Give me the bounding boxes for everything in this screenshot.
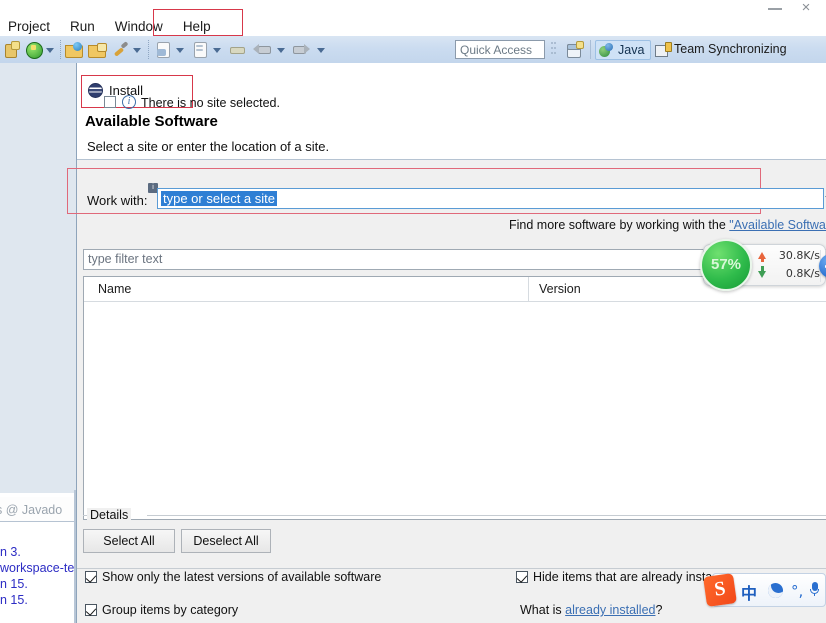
perspective-tab-team-label: Team Synchronizing <box>674 42 787 56</box>
details-label: Details <box>87 508 132 522</box>
software-table: Name Version <box>83 276 826 520</box>
background-console-line-3: n 15. <box>0 577 28 591</box>
eclipse-icon <box>88 83 103 98</box>
close-icon[interactable]: × <box>798 0 814 16</box>
download-arrow-icon <box>758 271 766 278</box>
menu-item-run[interactable]: Run <box>70 19 95 34</box>
background-tab-label: s @ Javado <box>0 503 63 517</box>
quick-fix-icon[interactable] <box>112 41 129 58</box>
back-icon[interactable] <box>253 41 271 58</box>
quick-fix-dropdown-icon[interactable] <box>133 48 141 53</box>
download-arrow-stem <box>760 266 764 271</box>
open-folder-icon[interactable] <box>65 41 83 58</box>
perspective-tab-java[interactable]: Java <box>595 40 652 60</box>
ime-toolbar[interactable]: S 中 °, <box>703 573 826 607</box>
help-highlight-box <box>153 9 243 36</box>
ime-mode-toggle[interactable]: 中 <box>741 580 757 604</box>
java-perspective-icon <box>599 43 614 58</box>
toolbar-separator <box>60 40 62 59</box>
microphone-icon[interactable] <box>810 582 819 596</box>
background-console-line-1: n 3. <box>0 545 21 559</box>
page-title: Available Software <box>85 113 218 130</box>
checkbox-hide-installed[interactable] <box>516 571 528 583</box>
back-dropdown-icon[interactable] <box>277 48 285 53</box>
table-row[interactable]: There is no site selected. <box>141 96 280 110</box>
sogou-logo-icon[interactable]: S <box>703 573 737 607</box>
deselect-all-button[interactable]: Deselect All <box>181 529 271 553</box>
available-software-link[interactable]: "Available Software <box>729 218 826 232</box>
screen-root: 开发 开 Project Run Window Help × <box>0 0 826 623</box>
toolbar-grip[interactable] <box>551 40 556 59</box>
what-is-suffix: ? <box>655 603 663 617</box>
search-icon[interactable] <box>155 41 172 58</box>
minimize-icon[interactable] <box>768 2 784 12</box>
forward-icon[interactable] <box>293 41 310 58</box>
menu-bar: Project Run Window Help × <box>0 0 826 36</box>
column-divider[interactable] <box>528 277 529 301</box>
quick-access-input[interactable]: Quick Access <box>455 40 545 59</box>
column-header-version[interactable]: Version <box>539 282 581 296</box>
row-checkbox[interactable] <box>104 96 116 108</box>
checkbox-show-latest-versions-label: Show only the latest versions of availab… <box>102 570 382 584</box>
debug-dropdown-icon[interactable] <box>46 48 54 53</box>
new-wizard-icon[interactable] <box>2 41 20 58</box>
find-more-software-text: Find more software by working with the "… <box>77 218 826 238</box>
perspective-tab-java-label: Java <box>618 43 645 57</box>
debug-icon[interactable] <box>25 41 43 59</box>
work-with-value[interactable]: type or select a site <box>161 191 277 206</box>
checkbox-hide-installed-label: Hide items that are already insta <box>533 570 713 584</box>
punctuation-icon[interactable]: °, <box>791 582 803 600</box>
background-left-panel <box>0 63 76 493</box>
toolbar-separator-2 <box>148 40 150 59</box>
open-folder-alt-icon[interactable] <box>88 41 107 58</box>
dialog-bottom-separator <box>77 568 826 569</box>
background-console: n 3. workspace-te n 15. n 15. <box>0 523 76 623</box>
moon-icon[interactable] <box>765 580 786 601</box>
checkbox-group-by-category[interactable] <box>85 604 97 616</box>
page-subtitle: Select a site or enter the location of a… <box>87 139 330 154</box>
team-sync-icon <box>655 42 672 57</box>
open-perspective-icon[interactable] <box>566 41 584 58</box>
what-is-prefix: What is <box>520 603 566 617</box>
select-all-button[interactable]: Select All <box>83 529 175 553</box>
sogou-logo-letter: S <box>712 577 727 601</box>
search-dropdown-icon[interactable] <box>176 48 184 53</box>
upload-arrow-stem <box>760 257 764 262</box>
checkbox-show-latest-versions[interactable] <box>85 571 97 583</box>
what-is-installed-text: What is already installed? <box>520 603 662 617</box>
work-with-label: Work with: <box>87 193 148 208</box>
install-dialog: Install Available Software Select a site… <box>67 63 826 623</box>
already-installed-link[interactable]: already installed <box>565 603 655 617</box>
next-annotation-icon[interactable] <box>192 41 209 58</box>
last-edit-icon[interactable] <box>229 41 246 58</box>
upload-speed: 30.8K/s <box>778 249 820 262</box>
background-console-line-4: n 15. <box>0 593 28 607</box>
cpu-usage-indicator[interactable]: 57% <box>700 239 752 291</box>
info-icon: i <box>122 95 136 109</box>
menu-item-project[interactable]: Project <box>8 19 50 34</box>
perspective-separator <box>590 40 591 59</box>
dialog-header-separator <box>77 159 826 160</box>
checkbox-group-by-category-label: Group items by category <box>102 603 239 617</box>
find-more-prefix: Find more software by working with the <box>509 218 730 232</box>
perspective-tab-team-synchronizing[interactable]: Team Synchronizing <box>653 40 791 60</box>
network-speed-widget[interactable]: 57% 30.8K/s 0.8K/s <box>700 239 826 291</box>
column-header-name[interactable]: Name <box>98 282 131 296</box>
background-console-line-2: workspace-te <box>0 561 75 575</box>
details-rule-right <box>147 515 826 516</box>
forward-dropdown-icon[interactable] <box>317 48 325 53</box>
download-speed: 0.8K/s <box>785 267 820 280</box>
next-annotation-dropdown-icon[interactable] <box>213 48 221 53</box>
